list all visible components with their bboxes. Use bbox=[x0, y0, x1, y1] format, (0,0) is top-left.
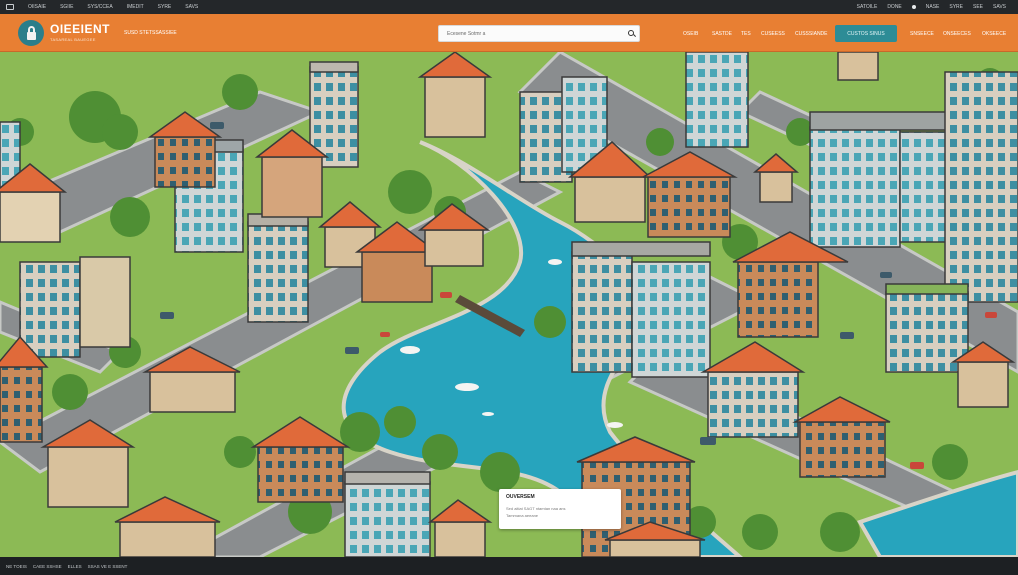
footer-item[interactable]: CAEE SSHSE bbox=[33, 564, 62, 569]
sysbar-right-item[interactable]: SEE bbox=[973, 4, 983, 10]
header-link[interactable]: SUSD STET bbox=[124, 30, 152, 36]
info-card[interactable]: OUVERSEM Sed aitiat SAGT ntamtan naa ans… bbox=[499, 489, 621, 529]
brand[interactable]: OIEEIENT TASAREAL BAUEGEE bbox=[50, 23, 110, 42]
logo-lock-icon[interactable] bbox=[18, 20, 44, 46]
search-icon[interactable] bbox=[628, 30, 634, 36]
sysbar-item[interactable]: SAVS bbox=[185, 4, 198, 10]
nav-item-2[interactable]: SASTDE bbox=[712, 31, 732, 37]
card-text-line: Sed aitiat SAGT ntamtan naa ans bbox=[506, 506, 566, 511]
nav-right-1[interactable]: SNSEECE bbox=[910, 31, 934, 37]
nav-item-1[interactable]: OSEIB bbox=[683, 31, 698, 37]
sysbar-right-item[interactable]: SATOILE bbox=[857, 4, 878, 10]
sysbar-right-item[interactable]: DONE bbox=[887, 4, 901, 10]
system-bar: OIISAIE SGIIE SYS/CCEA IMEDIT SYRE SAVS … bbox=[0, 0, 1018, 14]
card-text-line: Tammana aeeane bbox=[506, 513, 539, 518]
nav-right-3[interactable]: OKSEECE bbox=[982, 31, 1006, 37]
sysbar-item[interactable]: IMEDIT bbox=[127, 4, 144, 10]
status-dot-icon bbox=[911, 5, 916, 9]
sysbar-right-item[interactable]: SAVS bbox=[993, 4, 1006, 10]
footer-item[interactable]: ELLES bbox=[68, 564, 82, 569]
sysbar-right-item[interactable]: SYRE bbox=[949, 4, 963, 10]
sysbar-item[interactable]: SGIIE bbox=[60, 4, 73, 10]
brand-subtitle: TASAREAL BAUEGEE bbox=[50, 37, 96, 42]
nav-item-3[interactable]: TES bbox=[741, 31, 751, 37]
sysbar-item[interactable]: SYRE bbox=[158, 4, 172, 10]
search-input[interactable]: Ecesene Sotmr a bbox=[438, 25, 640, 42]
window-icon[interactable] bbox=[6, 4, 14, 10]
search-placeholder: Ecesene Sotmr a bbox=[447, 31, 486, 37]
nav-item-4[interactable]: CUSEESS bbox=[761, 31, 785, 37]
sysbar-item[interactable]: SYS/CCEA bbox=[87, 4, 112, 10]
sysbar-item[interactable]: OIISAIE bbox=[28, 4, 46, 10]
city-illustration bbox=[0, 52, 1018, 557]
nav-item-5[interactable]: CUSSSIANDE bbox=[795, 31, 828, 37]
footer-item[interactable]: NE TOEIS bbox=[6, 564, 27, 569]
cta-button[interactable]: CUSTOS SINUS bbox=[835, 25, 897, 42]
footer-item[interactable]: SSAS VE E SSENT bbox=[88, 564, 128, 569]
header-link-2[interactable]: SSASSIEE bbox=[152, 30, 177, 36]
brand-title: OIEEIENT bbox=[50, 22, 111, 36]
nav-right-2[interactable]: ONSEECES bbox=[943, 31, 971, 37]
site-header: OIEEIENT TASAREAL BAUEGEE SUSD STET SSAS… bbox=[0, 14, 1018, 52]
footer-bar: NE TOEIS CAEE SSHSE ELLES SSAS VE E SSEN… bbox=[0, 557, 1018, 575]
sysbar-right-item[interactable]: NASE bbox=[926, 4, 940, 10]
card-title: OUVERSEM bbox=[506, 494, 535, 500]
